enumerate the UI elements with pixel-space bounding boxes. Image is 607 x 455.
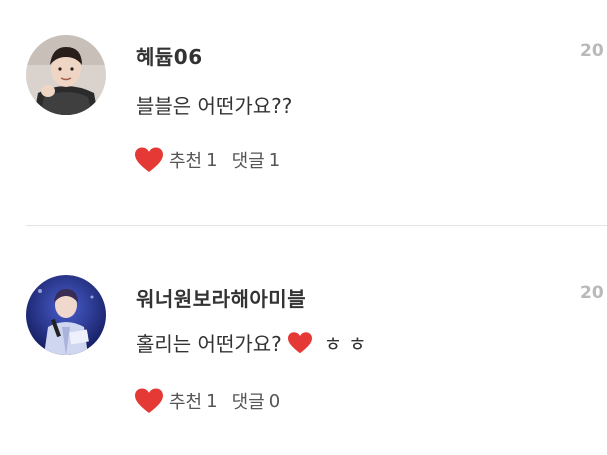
heart-icon[interactable]	[134, 146, 164, 174]
comment-date: 20	[580, 283, 604, 303]
comment-item: 혜듑06 20 블블은 어떤가요?? 추천 1 댓글 1	[0, 0, 607, 226]
comment-text-extra: ㅎㅎ	[323, 332, 373, 356]
like-count: 1	[206, 149, 218, 171]
comment-text-content: 블블은 어떤가요??	[136, 94, 293, 118]
comment-item: 워너원보라해아미블 20 홀리는 어떤가요? ㅎㅎ 추천 1 댓글 0	[0, 227, 607, 455]
comment-text: 홀리는 어떤가요? ㅎㅎ	[136, 328, 373, 357]
like-label[interactable]: 추천	[169, 147, 202, 173]
reply-label[interactable]: 댓글	[232, 388, 265, 414]
comment-text: 블블은 어떤가요??	[136, 90, 292, 119]
heart-icon[interactable]	[134, 387, 164, 415]
comment-text-content: 홀리는 어떤가요?	[136, 332, 282, 356]
like-count: 1	[206, 390, 218, 412]
reply-count: 0	[268, 390, 281, 412]
heart-emoji-icon	[286, 331, 314, 355]
comment-divider	[26, 225, 607, 226]
reply-count: 1	[268, 149, 281, 171]
avatar-image	[26, 275, 106, 355]
comment-author[interactable]: 혜듑06	[136, 41, 203, 70]
comment-actions: 추천 1 댓글 0	[134, 387, 294, 415]
reply-label[interactable]: 댓글	[232, 147, 265, 173]
comment-date: 20	[580, 41, 604, 61]
comment-actions: 추천 1 댓글 1	[134, 146, 294, 174]
avatar[interactable]	[26, 275, 106, 355]
avatar-image	[26, 35, 106, 115]
comment-author[interactable]: 워너원보라해아미블	[136, 283, 306, 312]
avatar[interactable]	[26, 35, 106, 115]
like-label[interactable]: 추천	[169, 388, 202, 414]
